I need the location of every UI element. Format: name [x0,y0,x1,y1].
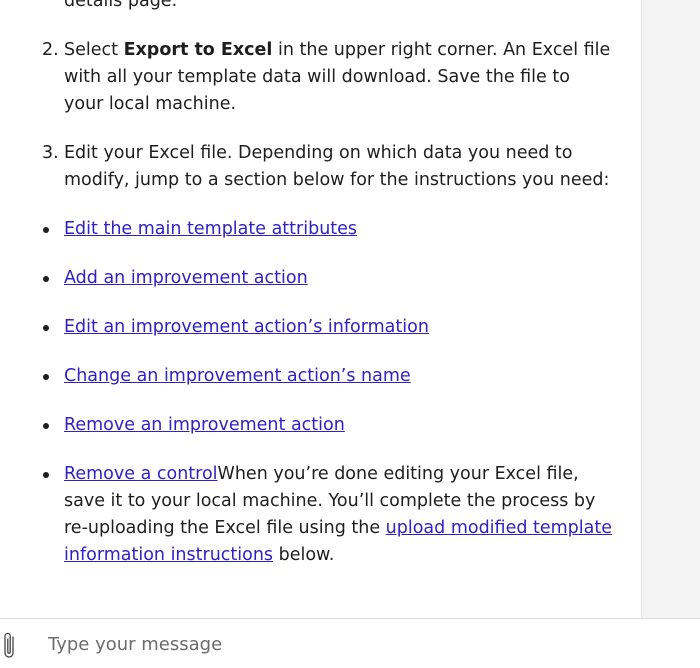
paperclip-icon[interactable] [2,631,18,661]
bullet-icon [43,227,49,233]
link-edit-improvement-action-information[interactable]: Edit an improvement action’s information [64,317,429,337]
step-1-tail: details page. [64,0,178,11]
link-remove-control[interactable]: Remove a control [64,464,218,484]
step-number: 2. [42,40,59,60]
link-add-improvement-action[interactable]: Add an improvement action [64,268,308,288]
link-change-improvement-action-name[interactable]: Change an improvement action’s name [64,366,411,386]
message-composer [0,619,700,668]
step-2-prefix: Select [64,40,124,60]
message-bubble: details page. 2. Select Export to Excel … [0,0,642,618]
list-item: Add an improvement action [43,265,614,292]
step-number: 3. [42,143,59,163]
section-links-list: Edit the main template attributes Add an… [0,216,641,569]
message-content: details page. 2. Select Export to Excel … [0,0,641,591]
step-item-1: details page. [64,0,614,15]
list-item: Change an improvement action’s name [43,363,614,390]
list-item: Remove a controlWhen you’re done editing… [43,461,614,569]
list-item: Remove an improvement action [43,412,614,439]
chat-window: details page. 2. Select Export to Excel … [0,0,700,668]
message-input[interactable] [48,629,668,659]
link-remove-improvement-action[interactable]: Remove an improvement action [64,415,345,435]
bullet-icon [43,325,49,331]
bullet-icon [43,423,49,429]
steps-list: details page. 2. Select Export to Excel … [0,0,641,194]
list-item: Edit the main template attributes [43,216,614,243]
step-item-2: 2. Select Export to Excel in the upper r… [42,37,614,118]
step-item-3: 3. Edit your Excel file. Depending on wh… [42,140,614,194]
step-3-text: Edit your Excel file. Depending on which… [64,143,610,190]
bullet-icon [43,374,49,380]
list-item: Edit an improvement action’s information [43,314,614,341]
export-to-excel-label: Export to Excel [123,40,273,60]
bullet-icon [43,276,49,282]
bullet-icon [43,472,49,478]
closing-text-end: below. [273,545,335,565]
link-edit-main-template-attributes[interactable]: Edit the main template attributes [64,219,357,239]
